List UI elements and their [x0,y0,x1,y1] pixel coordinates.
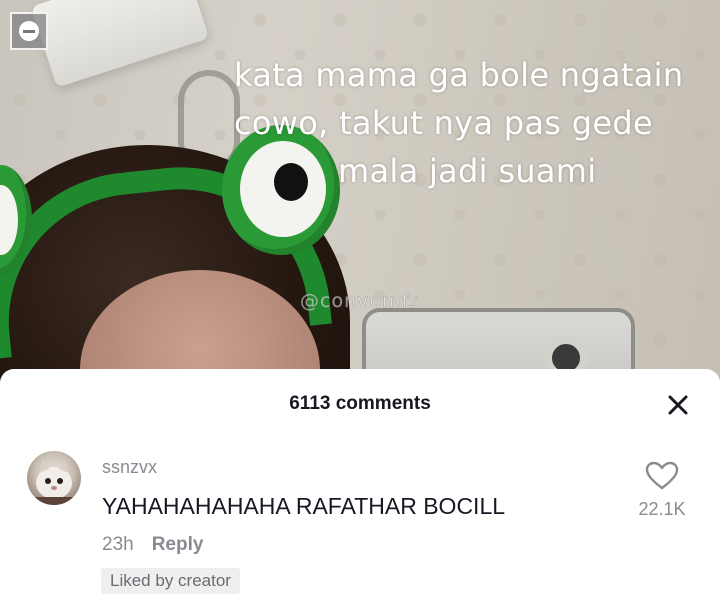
avatar[interactable] [27,451,81,505]
like-count: 22.1K [638,499,686,519]
caption-line-1: kata mama ga bole ngatain [234,56,684,94]
like-button[interactable]: 22.1K [636,461,688,520]
comment-meta: 23h Reply [102,534,203,556]
heart-icon [645,461,679,490]
video-caption: kata mama ga bole ngatain cowo, takut ny… [234,51,720,195]
reply-button[interactable]: Reply [152,534,204,556]
liked-by-creator-badge: Liked by creator [101,568,240,594]
comment-time: 23h [102,534,134,555]
comment-username[interactable]: ssnzvx [102,457,157,478]
minimize-button[interactable] [10,12,48,50]
video-frame[interactable]: kata mama ga bole ngatain cowo, takut ny… [0,0,720,400]
comments-count-title: 6113 comments [289,393,431,414]
comment-text: YAHAHAHAHAHA RAFATHAR BOCILL [102,493,506,519]
minimize-icon [19,21,39,41]
comments-sheet: 6113 comments ssnzvx YAHAHAHAHAHA RAFATH… [0,369,720,601]
close-icon [668,395,688,415]
close-button[interactable] [660,387,696,423]
watermark: @convomfs [300,290,421,313]
caption-line-2: cowo, takut nya pas gede [234,104,653,142]
caption-line-3: mala jadi suami [338,152,597,190]
cat-avatar-image [27,459,81,505]
